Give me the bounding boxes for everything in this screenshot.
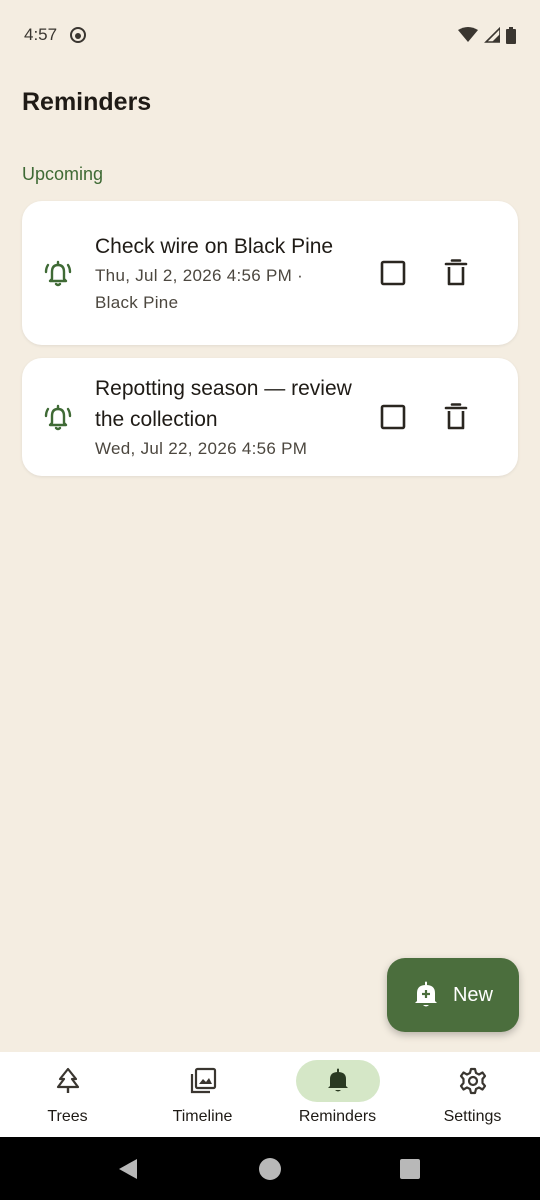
new-reminder-button[interactable]: New xyxy=(387,958,519,1032)
bell-ringing-icon xyxy=(44,404,72,431)
recents-icon[interactable] xyxy=(400,1158,420,1179)
home-icon[interactable] xyxy=(258,1157,282,1181)
page-title: Reminders xyxy=(22,88,152,116)
reminder-text: Repotting season — review the collection… xyxy=(95,373,355,462)
nav-item-reminders[interactable]: Reminders xyxy=(270,1052,405,1137)
reminder-title: Repotting season — review the collection xyxy=(95,376,352,431)
system-nav-bar xyxy=(0,1137,540,1200)
reminder-date: Wed, Jul 22, 2026 4:56 PM xyxy=(95,438,308,458)
nav-item-trees[interactable]: Trees xyxy=(0,1052,135,1137)
delete-icon[interactable] xyxy=(442,258,470,288)
bell-plus-icon xyxy=(414,981,437,1007)
gallery-icon xyxy=(190,1067,216,1094)
nav-item-timeline[interactable]: Timeline xyxy=(135,1052,270,1137)
new-button-label: New xyxy=(452,983,493,1006)
reminder-card[interactable]: Check wire on Black Pine Thu, Jul 2, 202… xyxy=(22,201,518,345)
bell-icon xyxy=(327,1068,348,1092)
reminder-title: Check wire on Black Pine xyxy=(95,234,334,258)
nav-label: Reminders xyxy=(298,1108,377,1125)
reminder-date: Thu, Jul 2, 2026 4:56 PM · xyxy=(95,265,304,285)
nav-label: Settings xyxy=(443,1108,502,1125)
reminder-card[interactable]: Repotting season — review the collection… xyxy=(22,358,518,476)
battery-icon xyxy=(506,26,516,44)
bell-ringing-icon xyxy=(44,260,72,287)
delete-icon[interactable] xyxy=(442,402,470,432)
done-checkbox[interactable] xyxy=(378,402,408,432)
done-checkbox[interactable] xyxy=(378,258,408,288)
wifi-icon xyxy=(458,27,478,42)
tree-icon xyxy=(56,1067,79,1093)
nav-label: Trees xyxy=(47,1108,88,1125)
status-time: 4:57 xyxy=(24,25,58,44)
signal-icon xyxy=(484,27,500,43)
app-notification-icon xyxy=(70,27,87,43)
nav-item-settings[interactable]: Settings xyxy=(405,1052,540,1137)
bottom-nav: Trees Timeline Reminders Settings xyxy=(0,1052,540,1137)
reminder-tree: Black Pine xyxy=(95,292,179,312)
reminder-text: Check wire on Black Pine Thu, Jul 2, 202… xyxy=(95,231,355,316)
back-icon[interactable] xyxy=(117,1158,139,1180)
section-label-upcoming: Upcoming xyxy=(22,164,104,184)
status-icons xyxy=(458,26,516,44)
gear-icon xyxy=(459,1067,486,1095)
status-bar: 4:57 xyxy=(0,0,540,70)
nav-label: Timeline xyxy=(172,1108,233,1125)
